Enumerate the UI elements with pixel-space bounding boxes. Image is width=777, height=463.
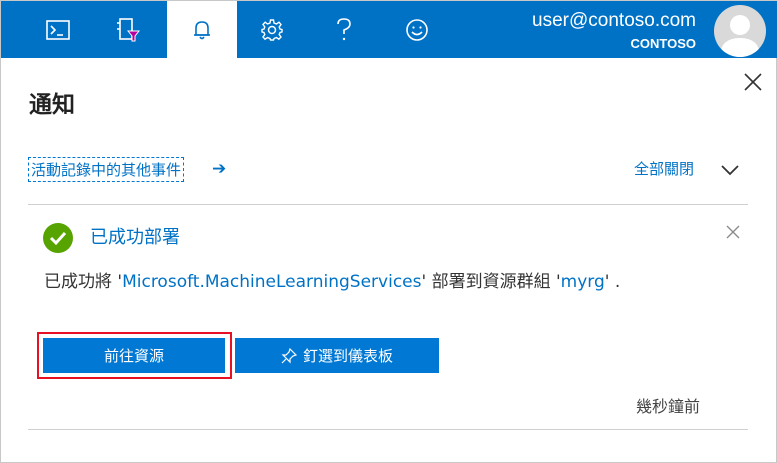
close-icon xyxy=(744,73,762,91)
message-suffix: ' . xyxy=(604,272,621,292)
notification-message: 已成功將 'Microsoft.MachineLearningServices'… xyxy=(44,267,620,292)
cloud-shell-button[interactable] xyxy=(23,1,93,58)
arrow-right-icon[interactable]: ➔ xyxy=(212,159,226,179)
directory-filter-button[interactable] xyxy=(93,1,163,58)
message-middle: ' 部署到資源群組 ' xyxy=(421,272,561,292)
divider xyxy=(28,204,748,205)
timestamp: 幾秒鐘前 xyxy=(635,397,700,416)
go-to-resource-button[interactable]: 前往資源 xyxy=(43,338,225,373)
feedback-button[interactable] xyxy=(382,1,452,58)
avatar[interactable] xyxy=(714,5,766,57)
go-to-resource-label: 前往資源 xyxy=(103,347,164,365)
pin-to-dashboard-label: 釘選到儀表板 xyxy=(302,347,393,365)
pin-icon xyxy=(281,347,297,364)
chevron-down-icon[interactable] xyxy=(720,162,740,176)
close-icon xyxy=(726,225,740,239)
smiley-icon xyxy=(405,18,429,42)
divider xyxy=(28,429,748,430)
person-icon xyxy=(720,15,760,57)
checkmark-icon xyxy=(43,223,73,253)
dismiss-notification-button[interactable] xyxy=(725,224,741,240)
help-button[interactable] xyxy=(309,1,379,58)
terminal-icon xyxy=(46,19,70,40)
pin-to-dashboard-button[interactable]: 釘選到儀表板 xyxy=(235,338,439,373)
notification-window: user@contoso.com CONTOSO 通知 活動記錄中的其他事件 ➔… xyxy=(0,0,777,463)
top-bar: user@contoso.com CONTOSO xyxy=(1,1,777,58)
close-panel-button[interactable] xyxy=(742,71,764,93)
settings-button[interactable] xyxy=(237,1,307,58)
user-email[interactable]: user@contoso.com xyxy=(532,10,696,32)
gear-icon xyxy=(260,18,284,42)
notification-title: 已成功部署 xyxy=(90,227,180,248)
help-icon xyxy=(335,17,353,43)
resource-group-name: myrg xyxy=(560,272,605,292)
message-prefix: 已成功將 ' xyxy=(44,272,123,292)
dismiss-all-button[interactable]: 全部關閉 xyxy=(634,158,694,179)
panel-title: 通知 xyxy=(29,92,75,118)
notifications-button[interactable] xyxy=(167,1,237,58)
bell-icon xyxy=(191,19,213,41)
resource-name: Microsoft.MachineLearningServices xyxy=(122,272,422,292)
activity-log-link[interactable]: 活動記錄中的其他事件 xyxy=(28,157,185,182)
user-organization[interactable]: CONTOSO xyxy=(631,36,697,51)
filter-icon xyxy=(116,17,140,43)
